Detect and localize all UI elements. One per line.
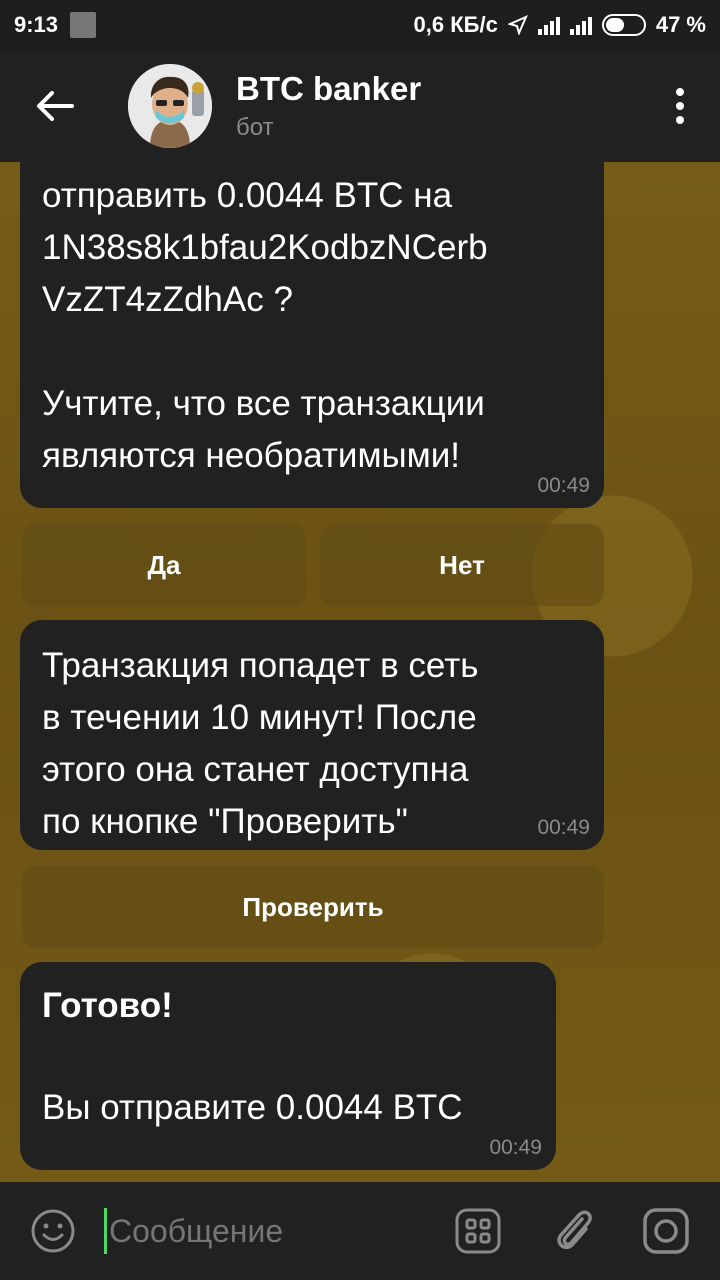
notification-icon bbox=[70, 12, 97, 38]
net-speed: 0,6 КБ/с bbox=[413, 12, 498, 37]
message-line: Учтите, что все транзакции bbox=[42, 384, 485, 423]
back-arrow-icon bbox=[37, 91, 74, 121]
bot-keyboard-icon bbox=[455, 1208, 501, 1254]
message-line: этого она станет доступна bbox=[42, 750, 469, 789]
message-input[interactable] bbox=[109, 1212, 409, 1250]
text-cursor bbox=[104, 1208, 107, 1254]
no-button[interactable]: Нет bbox=[320, 524, 604, 606]
dot-icon bbox=[676, 88, 684, 96]
chat-subtitle: бот bbox=[236, 114, 274, 141]
status-time: 9:13 bbox=[14, 12, 59, 37]
message-line: VzZT4zZdhAc ? bbox=[42, 280, 293, 319]
chat-header: BTC banker бот bbox=[0, 50, 720, 162]
message-line: Транзакция попадет в сеть bbox=[42, 646, 479, 685]
message-time: 00:49 bbox=[537, 474, 590, 497]
emoji-button[interactable] bbox=[30, 1208, 76, 1254]
message-bubble: Готово! Вы отправите 0.0044 BTC 00:49 bbox=[20, 962, 556, 1170]
message-line: в течении 10 минут! После bbox=[42, 698, 477, 737]
message-bubble: Транзакция попадет в сеть в течении 10 м… bbox=[20, 620, 604, 850]
message-line: являются необратимыми! bbox=[42, 436, 461, 475]
avatar[interactable] bbox=[128, 64, 212, 148]
smile-icon bbox=[31, 1209, 75, 1253]
paperclip-icon bbox=[557, 1210, 592, 1250]
message-title: Готово! bbox=[42, 986, 173, 1025]
check-button[interactable]: Проверить bbox=[22, 866, 604, 948]
camera-button[interactable] bbox=[642, 1207, 690, 1255]
back-button[interactable] bbox=[0, 50, 110, 162]
message-bubble: Вы уверены, что хотите отправить 0.0044 … bbox=[20, 120, 604, 508]
message-time: 00:49 bbox=[489, 1136, 542, 1159]
more-menu-button[interactable] bbox=[640, 50, 720, 162]
bot-commands-button[interactable] bbox=[454, 1207, 502, 1255]
message-line: Вы отправите 0.0044 BTC bbox=[42, 1088, 463, 1127]
attach-button[interactable] bbox=[552, 1207, 596, 1255]
chat-title: BTC banker bbox=[236, 70, 422, 107]
signal-4g-icon bbox=[537, 15, 560, 35]
battery-icon bbox=[601, 14, 646, 36]
yes-button[interactable]: Да bbox=[22, 524, 306, 606]
battery-level: 47 % bbox=[655, 12, 706, 37]
message-line: по кнопке "Проверить" bbox=[42, 802, 408, 841]
message-line bbox=[42, 326, 582, 378]
dot-icon bbox=[676, 116, 684, 124]
message-time: 00:49 bbox=[537, 816, 590, 839]
bot-avatar-icon bbox=[128, 64, 212, 148]
dot-icon bbox=[676, 102, 684, 110]
location-icon bbox=[507, 15, 528, 35]
message-line: отправить 0.0044 BTC на bbox=[42, 176, 453, 215]
camera-icon bbox=[643, 1208, 689, 1254]
signal-icon bbox=[569, 15, 592, 35]
message-line: 1N38s8k1bfau2KodbzNCerb bbox=[42, 228, 488, 267]
status-bar: 9:13 0,6 КБ/с 47 % bbox=[0, 0, 720, 50]
message-input-bar bbox=[0, 1182, 720, 1280]
